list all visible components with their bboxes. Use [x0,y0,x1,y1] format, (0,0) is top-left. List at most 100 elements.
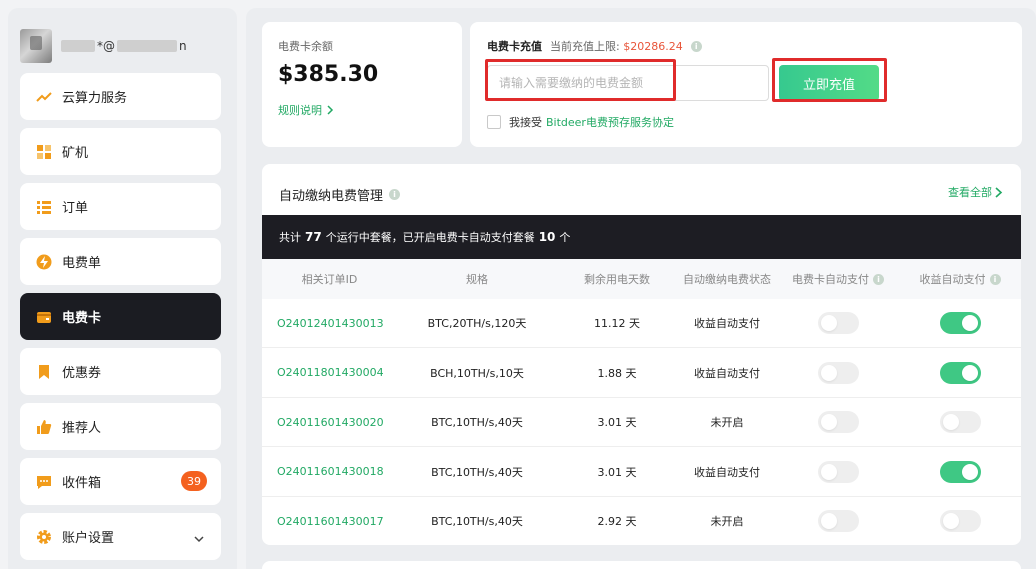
rules-link-label: 规则说明 [278,104,322,117]
balance-title: 电费卡余额 [278,40,333,53]
income-auto-pay-toggle[interactable] [939,361,981,384]
table-row: O24012401430013 BTC,20TH/s,120天 11.12 天 收益自… [262,299,1021,348]
column-header: 电费卡自动支付 i [777,259,899,299]
list-icon [36,199,52,215]
summary-text: 共计 [279,231,301,244]
sidebar-item-cloud-hashrate[interactable]: 云算力服务 [20,73,221,120]
recharge-now-button[interactable]: 立即充值 [779,65,879,101]
sidebar-item-label: 矿机 [62,146,89,161]
wallet-icon [36,309,52,325]
view-all-label: 查看全部 [948,186,992,199]
info-icon[interactable]: i [389,189,401,200]
order-id-link[interactable]: O24012401430013 [277,317,384,330]
order-id-link[interactable]: O24011801430004 [277,366,384,379]
column-header: 剩余用电天数 [584,273,650,286]
email-masked-part [61,40,95,52]
auto-pay-status-cell: 未开启 [710,416,744,429]
income-auto-pay-toggle[interactable] [939,510,981,532]
auto-pay-status-cell: 未开启 [710,515,744,528]
remaining-days-cell: 2.92 天 [597,515,637,528]
agreement-checkbox[interactable] [487,115,501,129]
income-auto-pay-toggle[interactable] [939,411,981,433]
info-icon[interactable]: i [873,273,884,285]
spec-cell: BTC,10TH/s,40天 [431,465,523,479]
user-email: *@ n [61,39,187,53]
auto-pay-status-cell: 收益自动支付 [694,465,760,479]
sidebar-item-account-settings[interactable]: 账户设置 [20,513,221,560]
spec-cell: BTC,10TH/s,40天 [431,416,523,429]
remaining-days-cell: 3.01 天 [597,465,637,479]
card-auto-pay-toggle[interactable] [817,411,859,433]
avatar [20,29,52,63]
sidebar-item-miners[interactable]: 矿机 [20,128,221,175]
recharge-header: 电费卡充值 当前充值上限: $20286.24 i [487,38,702,54]
sidebar-item-referrer[interactable]: 推荐人 [20,403,221,450]
grid-icon [36,144,52,160]
sidebar-item-label: 电费单 [62,256,102,271]
sidebar-item-inbox[interactable]: 收件箱 39 [20,458,221,505]
info-icon[interactable]: i [989,273,1001,285]
bookmark-icon [36,364,52,380]
sidebar-item-label: 电费卡 [62,311,102,326]
info-icon[interactable]: i [690,40,702,52]
agreement-row: 我接受 Bitdeer电费预存服务协定 [487,114,674,130]
chevron-right-icon [995,186,1003,198]
column-header: 自动缴纳电费状态 [683,273,771,286]
order-id-link[interactable]: O24011601430018 [277,465,384,478]
remaining-days-cell: 11.12 天 [594,317,640,330]
agreement-link[interactable]: Bitdeer电费预存服务协定 [546,114,674,130]
auto-pay-status-cell: 收益自动支付 [694,317,760,330]
chevron-right-icon [327,105,334,115]
auto-pay-management-card: 自动缴纳电费管理 i 查看全部 共计 77 个运行中套餐，已开启电费卡自动支付套… [262,164,1021,545]
remaining-days-cell: 3.01 天 [597,416,637,429]
sidebar-item-electricity-card[interactable]: 电费卡 [20,293,221,340]
rules-link[interactable]: 规则说明 [278,102,334,118]
agreement-prefix: 我接受 [509,116,542,129]
gear-icon [36,529,52,545]
sidebar-item-orders[interactable]: 订单 [20,183,221,230]
sidebar-item-electricity-bills[interactable]: 电费单 [20,238,221,285]
sidebar-item-label: 订单 [62,201,89,216]
sidebar-item-coupons[interactable]: 优惠券 [20,348,221,395]
view-all-link[interactable]: 查看全部 [948,184,1003,200]
card-auto-pay-toggle[interactable] [817,510,859,532]
message-icon [36,474,52,490]
card-auto-pay-toggle[interactable] [817,460,859,483]
sidebar-item-label: 账户设置 [62,531,115,546]
auto-pay-summary-bar: 共计 77 个运行中套餐，已开启电费卡自动支付套餐 10 个 [262,215,1021,259]
spec-cell: BTC,20TH/s,120天 [427,317,527,330]
income-auto-pay-toggle[interactable] [939,312,981,334]
next-section-card [262,561,1021,569]
table-header: 相关订单ID 规格 剩余用电天数 自动缴纳电费状态 电费卡自动支付 i 收益自动支… [262,259,1021,299]
sidebar-item-label: 推荐人 [62,421,102,436]
spec-cell: BCH,10TH/s,10天 [430,366,524,380]
user-profile[interactable]: *@ n [20,28,187,64]
running-count: 77 [305,230,322,244]
spec-cell: BTC,10TH/s,40天 [431,515,523,528]
column-header: 相关订单ID [301,273,358,286]
column-header: 收益自动支付 i [899,259,1021,299]
sidebar-item-label: 收件箱 [62,476,102,491]
summary-text: 个运行中套餐，已开启电费卡自动支付套餐 [325,231,535,244]
income-auto-pay-toggle[interactable] [939,460,981,483]
balance-amount: $385.30 [278,62,379,87]
inbox-count-badge: 39 [181,471,207,491]
recharge-amount-input[interactable] [487,65,769,101]
recharge-card: 电费卡充值 当前充值上限: $20286.24 i 立即充值 我接受 Bitde… [470,22,1022,147]
balance-card: 电费卡余额 $385.30 规则说明 [262,22,462,147]
order-id-link[interactable]: O24011601430017 [277,515,384,528]
thumbs-up-icon [36,419,52,435]
summary-text: 个 [559,231,571,244]
trend-up-icon [36,89,52,105]
recharge-title: 电费卡充值 [487,40,542,53]
order-id-link[interactable]: O24011601430020 [277,416,384,429]
card-auto-pay-toggle[interactable] [817,312,859,334]
email-masked-part [117,40,177,52]
recharge-limit-value: $20286.24 [623,40,683,53]
bolt-icon [36,254,52,270]
chevron-down-icon[interactable] [193,530,205,549]
recharge-limit-label: 当前充值上限: [550,40,620,53]
sidebar: *@ n 云算力服务 矿机 订单 电费单 电费卡 优惠券 推荐人 收件箱 39 … [8,8,237,569]
card-auto-pay-toggle[interactable] [817,361,859,384]
table-row: O24011801430004 BCH,10TH/s,10天 1.88 天 收益自动支… [262,349,1021,398]
